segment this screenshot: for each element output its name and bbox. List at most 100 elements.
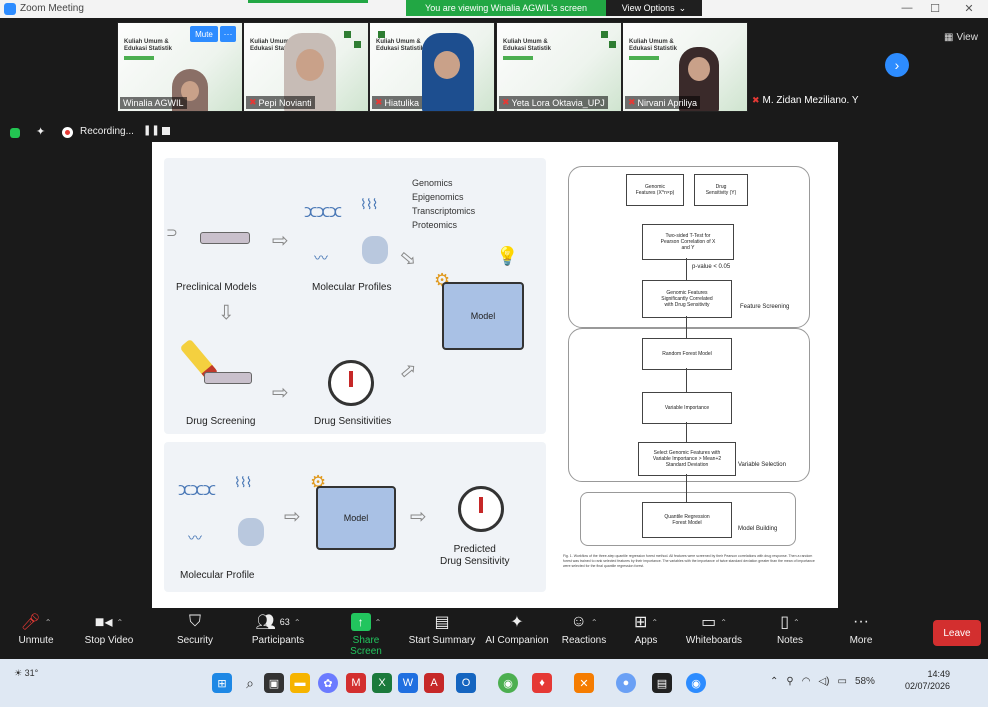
grid-icon: ▦ — [944, 32, 954, 43]
participant-count: 63 — [279, 617, 290, 627]
reactions-button[interactable]: ☺ ⌃ Reactions — [560, 609, 608, 646]
apps-label: Apps — [634, 635, 658, 646]
wifi-icon[interactable]: ◠ — [802, 676, 811, 687]
chevron-up-icon[interactable]: ⌃ — [651, 618, 658, 627]
chrome-icon[interactable]: ◉ — [498, 673, 518, 693]
minimize-button[interactable]: — — [896, 2, 918, 14]
apps-button[interactable]: ⊞ ⌃ Apps — [628, 609, 664, 646]
leave-button[interactable]: Leave — [933, 620, 981, 646]
omics-item: Epigenomics — [412, 192, 464, 202]
participant-name-tag: ✖ Yeta Lora Oktavia_UPJ — [499, 96, 608, 109]
stop-video-label: Stop Video — [84, 635, 134, 646]
participant-video[interactable]: Kuliah Umum & Edukasi Statistik ✖ Yeta Lo… — [496, 22, 622, 112]
unmute-button[interactable]: 🎤︎ ⌃ Unmute — [14, 609, 58, 646]
close-button[interactable]: ✕ — [958, 2, 980, 15]
participants-button[interactable]: 👥︎ 63 ⌃ Participants — [248, 609, 308, 646]
clock[interactable]: 14:49 02/07/2026 — [905, 668, 950, 692]
app-icon[interactable]: ✕ — [574, 673, 594, 693]
pause-recording-icon[interactable]: ❚❚ — [143, 125, 160, 136]
view-button[interactable]: ▦ View — [944, 32, 978, 43]
participant-name-tag[interactable]: ✖ M. Zidan Meziliano. Y — [752, 95, 859, 106]
zoom-icon[interactable]: ◉ — [686, 673, 706, 693]
protein-icon — [362, 236, 388, 264]
stop-video-button[interactable]: ■◂ ⌃ Stop Video — [80, 609, 138, 646]
variable-importance-box: Variable Importance — [642, 392, 732, 424]
muted-mic-icon: 🎤︎ — [20, 614, 41, 631]
outlook-icon[interactable]: O — [456, 673, 476, 693]
pdf-icon[interactable]: A — [424, 673, 444, 693]
model-building-label: Model Building — [738, 526, 778, 532]
task-view-icon[interactable]: ▣ — [264, 673, 284, 693]
volume-icon[interactable]: ◁) — [818, 676, 829, 687]
chevron-up-icon[interactable]: ⌃ — [793, 618, 800, 627]
video-camera-icon: ■◂ — [94, 614, 113, 631]
petri-dish-icon — [200, 232, 250, 244]
figure-caption: Fig. 1. Workflow of the three-step quant… — [563, 554, 815, 568]
apps-icon: ⊞ — [633, 614, 648, 631]
participant-face — [296, 49, 324, 81]
more-label: More — [849, 635, 873, 646]
chevron-up-icon[interactable]: ⌃ — [375, 618, 382, 627]
weather-widget[interactable]: ☀ 31° — [14, 668, 38, 679]
start-summary-label: Start Summary — [408, 635, 476, 646]
participants-label: Participants — [251, 635, 305, 646]
copilot-icon[interactable]: ✿ — [318, 673, 338, 693]
participant-face — [434, 51, 460, 79]
whiteboards-button[interactable]: ▭ ⌃ Whiteboards — [684, 609, 744, 646]
search-icon[interactable]: ⌕ — [240, 673, 260, 693]
word-icon[interactable]: W — [398, 673, 418, 693]
flow-connector — [686, 474, 687, 502]
participant-video[interactable]: Kuliah Umum & Edukasi Statistik ✖ Hiatuli… — [369, 22, 495, 112]
molecular-profile-label: Molecular Profile — [180, 570, 255, 581]
feature-screening-label: Feature Screening — [740, 304, 790, 310]
ai-companion-label: AI Companion — [485, 635, 549, 646]
notes-button[interactable]: ▯ ⌃ Notes — [770, 609, 810, 646]
arrow-right-icon: ⇨ — [272, 382, 289, 404]
security-button[interactable]: ⛉ Security — [172, 609, 218, 646]
maximize-button[interactable]: ☐ — [924, 2, 946, 15]
share-screen-button[interactable]: ↑ ⌃ Share Screen — [336, 609, 396, 657]
participant-video[interactable]: Kuliah Umum & Edukasi Statistik ✖ Nirvani… — [622, 22, 748, 112]
muted-mic-icon: ✖ — [502, 97, 510, 107]
network-icon[interactable]: ⚲ — [786, 676, 793, 687]
omics-item: Proteomics — [412, 220, 458, 230]
chevron-up-icon[interactable]: ⌃ — [45, 618, 52, 627]
window-title: Zoom Meeting — [20, 3, 84, 14]
arrow-diagonal-icon: ⇨ — [394, 245, 422, 273]
stop-recording-icon[interactable] — [162, 127, 170, 135]
flow-connector — [686, 258, 687, 280]
mute-button[interactable]: Mute — [190, 26, 218, 42]
drug-screening-label: Drug Screening — [186, 416, 256, 427]
app-icon[interactable]: ● — [616, 673, 636, 693]
chevron-up-icon[interactable]: ⌃ — [720, 618, 727, 627]
temperature: 31° — [24, 668, 39, 678]
start-summary-button[interactable]: ▤ Start Summary — [406, 609, 478, 646]
security-label: Security — [176, 635, 214, 646]
flow-connector — [686, 316, 687, 338]
excel-icon[interactable]: X — [372, 673, 392, 693]
flow-connector — [686, 422, 687, 442]
chevron-up-icon[interactable]: ⌃ — [591, 618, 598, 627]
ai-companion-button[interactable]: ✦ AI Companion — [482, 609, 552, 646]
acrobat-icon[interactable]: ♦ — [532, 673, 552, 693]
file-explorer-icon[interactable]: ▬ — [290, 673, 310, 693]
app-icon[interactable]: M — [346, 673, 366, 693]
more-button[interactable]: ··· More — [844, 609, 878, 646]
encryption-shield-icon[interactable] — [10, 128, 20, 138]
more-options-button[interactable]: ··· — [220, 26, 236, 42]
view-options-button[interactable]: View Options ⌄ — [606, 0, 702, 16]
participant-video[interactable]: Kuliah Umum & Edukasi Statistik ✖Pepi No… — [243, 22, 369, 112]
notes-app-icon[interactable]: ▤ — [652, 673, 672, 693]
start-icon[interactable]: ⊞ — [212, 673, 232, 693]
random-forest-box: Random Forest Model — [642, 338, 732, 370]
chevron-up-icon[interactable]: ⌃ — [117, 618, 124, 627]
predicted-drug-sensitivity-label: Predicted Drug Sensitivity — [440, 544, 510, 567]
chevron-up-icon[interactable]: ⌃ — [770, 676, 778, 687]
chevron-up-icon[interactable]: ⌃ — [294, 618, 301, 627]
rna-strand-icon: 〰 — [188, 530, 202, 546]
gauge-icon — [458, 486, 504, 532]
arrow-icon: ⊃ — [166, 224, 178, 240]
recording-label: Recording... — [80, 126, 134, 137]
battery-icon[interactable]: ▭ — [837, 676, 846, 687]
next-page-button[interactable]: › — [885, 53, 909, 77]
